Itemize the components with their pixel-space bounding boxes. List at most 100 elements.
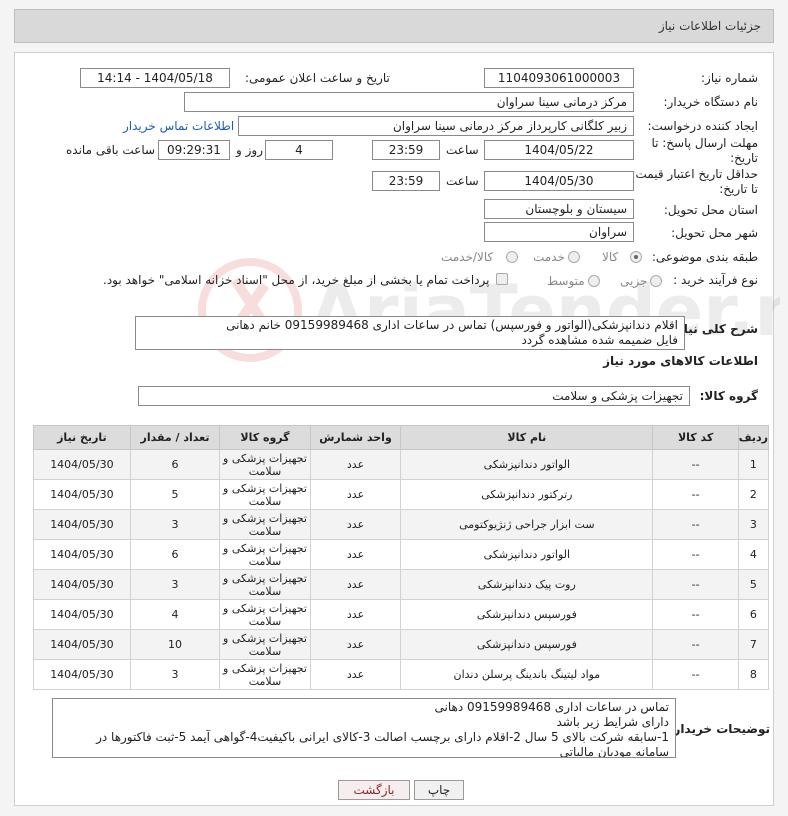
category-label: طبقه بندی موضوعی: (651, 250, 758, 264)
province-field: سیستان و بلوچستان (484, 199, 634, 219)
back-button[interactable]: بازگشت (338, 780, 410, 800)
days-field: 4 (265, 140, 333, 160)
item-date: 1404/05/30 (33, 629, 131, 660)
min-price-label: حداقل تاریخ اعتبار قیمت: تا تاریخ: (631, 167, 758, 196)
category-both-label: کالا/خدمت (441, 250, 494, 264)
item-group: تجهیزات پزشکی و سلامت (219, 449, 311, 480)
deadline-label: مهلت ارسال پاسخ: تا تاریخ: (651, 136, 758, 165)
process-partial-radio[interactable] (650, 275, 662, 287)
item-code: -- (652, 569, 739, 600)
goods-group-field: تجهیزات پزشکی و سلامت (138, 386, 690, 406)
item-date: 1404/05/30 (33, 509, 131, 540)
item-date: 1404/05/30 (33, 479, 131, 510)
item-qty: 3 (129, 509, 221, 540)
item-code: -- (652, 599, 739, 630)
item-qty: 3 (129, 659, 221, 690)
buyer-field: مرکز درمانی سینا سراوان (184, 92, 634, 112)
item-group: تجهیزات پزشکی و سلامت (219, 659, 311, 690)
item-name: فورسپس دندانپزشکی (400, 599, 654, 630)
item-group: تجهیزات پزشکی و سلامت (219, 599, 311, 630)
row-number: 8 (737, 659, 770, 690)
item-name: مواد لیتینگ باندینگ پرسلن دندان (400, 659, 654, 690)
category-service-label: خدمت (533, 250, 565, 264)
item-code: -- (652, 629, 739, 660)
item-group: تجهیزات پزشکی و سلامت (219, 629, 311, 660)
col-unit-header: واحد شمارش (309, 425, 402, 450)
province-label: استان محل تحویل: (663, 203, 758, 217)
table-row: 6 -- فورسپس دندانپزشکی عدد تجهیزات پزشکی و س… (33, 599, 770, 630)
category-service-radio[interactable] (568, 251, 580, 263)
item-name: الواتور دندانپزشکی (400, 539, 654, 570)
row-number: 6 (737, 599, 770, 630)
col-code-header: کد کالا (652, 425, 739, 450)
table-row: 5 -- روت پیک دندانپزشکی عدد تجهیزات پزشکی و … (33, 569, 770, 600)
buyer-notes-label: توضیحات خریدار: (668, 722, 770, 736)
item-date: 1404/05/30 (33, 599, 131, 630)
item-qty: 6 (129, 539, 221, 570)
item-unit: عدد (309, 599, 402, 630)
deadline-date-field: 1404/05/22 (484, 140, 634, 160)
table-row: 2 -- رترکتور دندانپزشکی عدد تجهیزات پزشکی و … (33, 479, 770, 510)
item-qty: 3 (129, 569, 221, 600)
item-group: تجهیزات پزشکی و سلامت (219, 509, 311, 540)
table-row: 4 -- الواتور دندانپزشکی عدد تجهیزات پزشکی و … (33, 539, 770, 570)
item-code: -- (652, 479, 739, 510)
item-unit: عدد (309, 449, 402, 480)
item-group: تجهیزات پزشکی و سلامت (219, 479, 311, 510)
col-date-header: تاریخ نیاز (33, 425, 131, 450)
need-number-label: شماره نیاز: (701, 71, 758, 85)
remaining-label: ساعت باقی مانده (66, 143, 156, 157)
item-code: -- (652, 539, 739, 570)
item-group: تجهیزات پزشکی و سلامت (219, 569, 311, 600)
table-row: 7 -- فورسپس دندانپزشکی عدد تجهیزات پزشکی و س… (33, 629, 770, 660)
row-number: 1 (737, 449, 770, 480)
item-unit: عدد (309, 539, 402, 570)
min-price-time-field: 23:59 (372, 171, 440, 191)
table-row: 3 -- ست ابزار جراحی ژنژیوکتومی عدد تجهیزات پ… (33, 509, 770, 540)
deadline-time-field: 23:59 (372, 140, 440, 160)
min-price-date-field: 1404/05/30 (484, 171, 634, 191)
goods-group-label: گروه کالا: (699, 389, 758, 403)
announce-label: تاریخ و ساعت اعلان عمومی: (245, 71, 390, 85)
item-unit: عدد (309, 629, 402, 660)
deadline-time-label: ساعت (446, 143, 479, 157)
process-medium-label: متوسط (547, 274, 585, 288)
contact-info-link[interactable]: اطلاعات تماس خریدار (123, 119, 234, 133)
item-code: -- (652, 449, 739, 480)
item-date: 1404/05/30 (33, 449, 131, 480)
description-textarea[interactable]: اقلام دندانپزشکی(الواتور و فورسپس) تماس … (135, 316, 685, 350)
item-date: 1404/05/30 (33, 659, 131, 690)
process-medium-radio[interactable] (588, 275, 600, 287)
city-field: سراوان (484, 222, 634, 242)
item-code: -- (652, 659, 739, 690)
days-label: روز و (236, 143, 263, 157)
process-label: نوع فرآیند خرید : (673, 273, 758, 287)
table-row: 1 -- الواتور دندانپزشکی عدد تجهیزات پزشکی و … (33, 449, 770, 480)
treasury-checkbox[interactable] (496, 273, 508, 285)
item-qty: 4 (129, 599, 221, 630)
buyer-label: نام دستگاه خریدار: (663, 95, 759, 109)
print-button[interactable]: چاپ (414, 780, 464, 800)
category-goods-radio[interactable] (630, 251, 642, 263)
item-unit: عدد (309, 659, 402, 690)
item-group: تجهیزات پزشکی و سلامت (219, 539, 311, 570)
row-number: 5 (737, 569, 770, 600)
item-name: روت پیک دندانپزشکی (400, 569, 654, 600)
item-qty: 6 (129, 449, 221, 480)
city-label: شهر محل تحویل: (671, 226, 758, 240)
goods-section-title: اطلاعات کالاهای مورد نیاز (603, 354, 758, 368)
item-code: -- (652, 509, 739, 540)
item-qty: 10 (129, 629, 221, 660)
min-price-time-label: ساعت (446, 174, 479, 188)
creator-label: ایجاد کننده درخواست: (647, 119, 758, 133)
item-date: 1404/05/30 (33, 539, 131, 570)
item-unit: عدد (309, 569, 402, 600)
category-both-radio[interactable] (506, 251, 518, 263)
process-partial-label: جزیی (620, 274, 648, 288)
row-number: 4 (737, 539, 770, 570)
buyer-notes-textarea[interactable]: تماس در ساعات اداری 09159989468 دهانی دا… (52, 698, 676, 758)
item-qty: 5 (129, 479, 221, 510)
table-header-row: ردیف کد کالا نام کالا واحد شمارش گروه کا… (33, 425, 770, 450)
payment-note: پرداخت تمام یا بخشی از مبلغ خرید، از محل… (103, 273, 490, 287)
col-name-header: نام کالا (400, 425, 654, 450)
